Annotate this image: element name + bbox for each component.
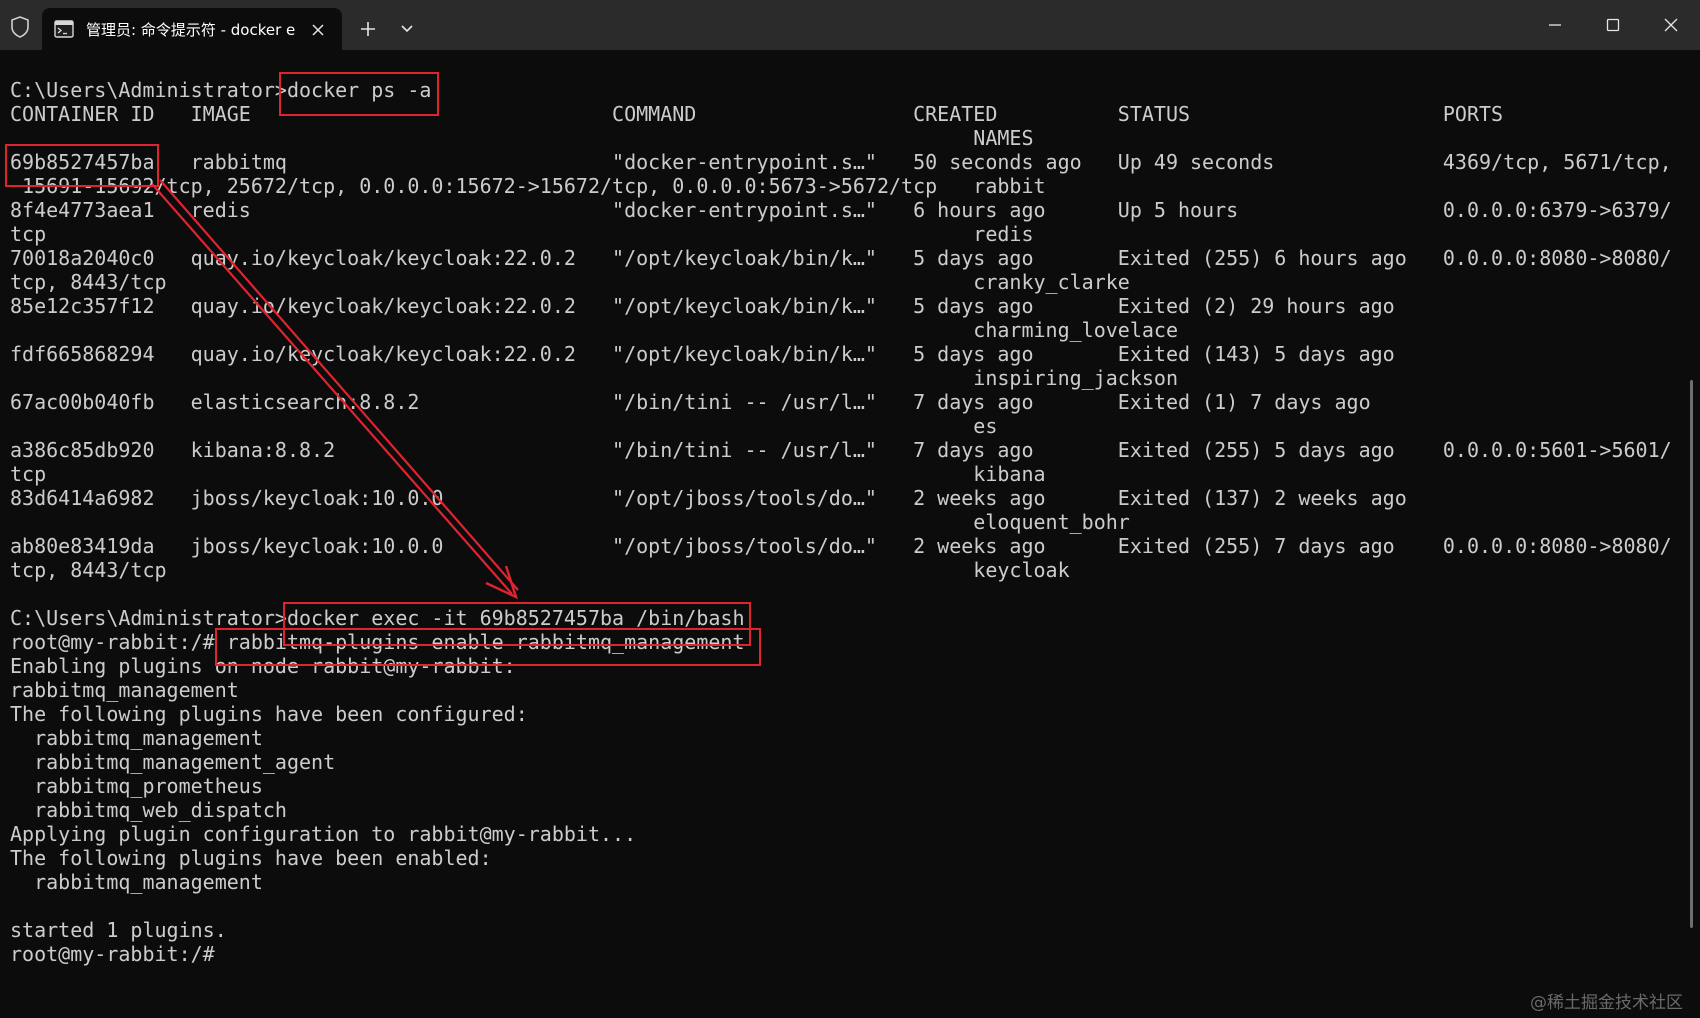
terminal-line: tcp redis: [10, 222, 1034, 246]
terminal-line: 15691-15692/tcp, 25672/tcp, 0.0.0.0:1567…: [10, 174, 1046, 198]
window-close-icon[interactable]: [1656, 10, 1686, 40]
plus-icon[interactable]: [356, 17, 380, 41]
terminal-line: ab80e83419da jboss/keycloak:10.0.0 "/opt…: [10, 534, 1672, 558]
terminal-output-area[interactable]: C:\Users\Administrator>docker ps -a CONTA…: [0, 50, 1700, 1018]
terminal-line: The following plugins have been enabled:: [10, 846, 492, 870]
title-bar: 管理员: 命令提示符 - docker e: [0, 0, 1700, 50]
terminal-line: rabbitmq_management: [10, 870, 263, 894]
terminal-line: C:\Users\Administrator>docker exec -it 6…: [10, 606, 745, 630]
terminal-line: started 1 plugins.: [10, 918, 227, 942]
terminal-line: rabbitmq_management: [10, 726, 263, 750]
terminal-line: 70018a2040c0 quay.io/keycloak/keycloak:2…: [10, 246, 1672, 270]
terminal-line: Applying plugin configuration to rabbit@…: [10, 822, 637, 846]
tab-command-prompt[interactable]: 管理员: 命令提示符 - docker e: [42, 8, 342, 50]
terminal-line: tcp, 8443/tcp keycloak: [10, 558, 1070, 582]
terminal-line: inspiring_jackson: [10, 366, 1178, 390]
terminal-line: 69b8527457ba rabbitmq "docker-entrypoint…: [10, 150, 1672, 174]
minimize-icon[interactable]: [1540, 10, 1570, 40]
terminal-line: tcp kibana: [10, 462, 1046, 486]
terminal-line: rabbitmq_management: [10, 678, 239, 702]
maximize-icon[interactable]: [1598, 10, 1628, 40]
terminal-line: root@my-rabbit:/#: [10, 942, 215, 966]
tab-title: 管理员: 命令提示符 - docker e: [86, 21, 296, 39]
terminal-line: NAMES: [10, 126, 1034, 150]
terminal-line: 67ac00b040fb elasticsearch:8.8.2 "/bin/t…: [10, 390, 1371, 414]
terminal-line: CONTAINER ID IMAGE COMMAND CREATED STATU…: [10, 102, 1504, 126]
terminal-line: eloquent_bohr: [10, 510, 1130, 534]
terminal-text: C:\Users\Administrator>docker ps -a CONTA…: [10, 78, 1672, 966]
terminal-line: 83d6414a6982 jboss/keycloak:10.0.0 "/opt…: [10, 486, 1407, 510]
terminal-line: The following plugins have been configur…: [10, 702, 528, 726]
terminal-icon: [54, 20, 74, 38]
terminal-line: 85e12c357f12 quay.io/keycloak/keycloak:2…: [10, 294, 1395, 318]
terminal-line: a386c85db920 kibana:8.8.2 "/bin/tini -- …: [10, 438, 1672, 462]
terminal-line: C:\Users\Administrator>docker ps -a: [10, 78, 432, 102]
terminal-line: es: [10, 414, 998, 438]
terminal-line: charming_lovelace: [10, 318, 1178, 342]
terminal-line: fdf665868294 quay.io/keycloak/keycloak:2…: [10, 342, 1395, 366]
terminal-line: root@my-rabbit:/# rabbitmq-plugins enabl…: [10, 630, 745, 654]
terminal-line: rabbitmq_management_agent: [10, 750, 336, 774]
watermark: @稀土掘金技术社区: [1530, 993, 1683, 1013]
close-icon[interactable]: [308, 20, 328, 40]
terminal-line: 8f4e4773aea1 redis "docker-entrypoint.s……: [10, 198, 1672, 222]
chevron-down-icon[interactable]: [395, 17, 419, 41]
terminal-line: rabbitmq_web_dispatch: [10, 798, 287, 822]
terminal-line: rabbitmq_prometheus: [10, 774, 263, 798]
terminal-line: tcp, 8443/tcp cranky_clarke: [10, 270, 1130, 294]
terminal-window: 管理员: 命令提示符 - docker e C:\Users\Administr…: [0, 0, 1700, 1018]
terminal-line: Enabling plugins on node rabbit@my-rabbi…: [10, 654, 516, 678]
scrollbar-thumb[interactable]: [1690, 380, 1693, 928]
shield-icon: [8, 15, 32, 39]
